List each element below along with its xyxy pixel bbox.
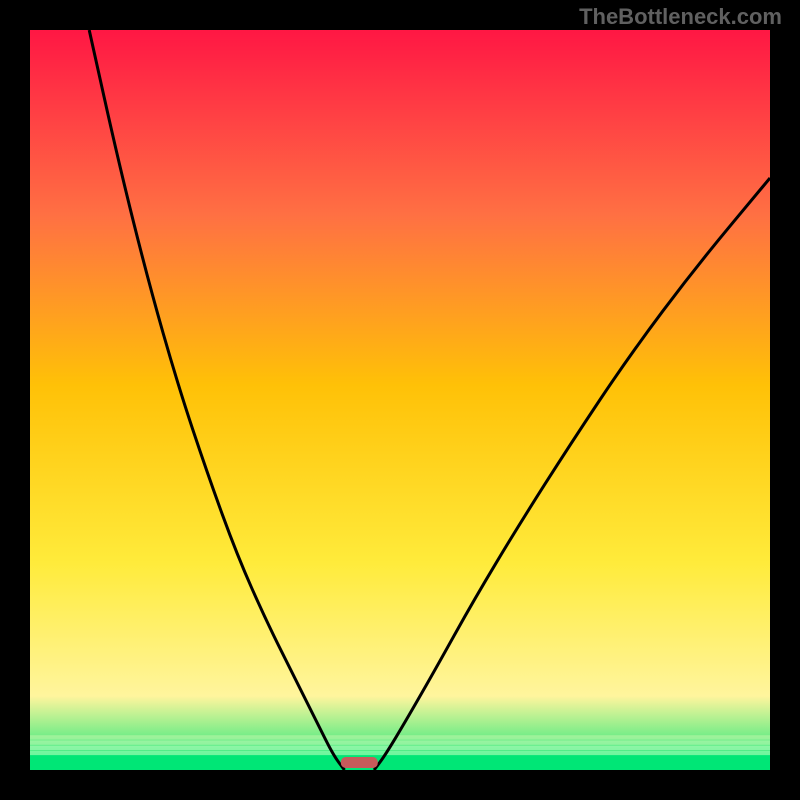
gradient-background — [30, 30, 770, 770]
chart-area — [30, 30, 770, 770]
watermark-text: TheBottleneck.com — [579, 4, 782, 30]
bottom-marker — [341, 757, 378, 768]
chart-svg — [30, 30, 770, 770]
bottom-color-bands — [30, 735, 770, 770]
